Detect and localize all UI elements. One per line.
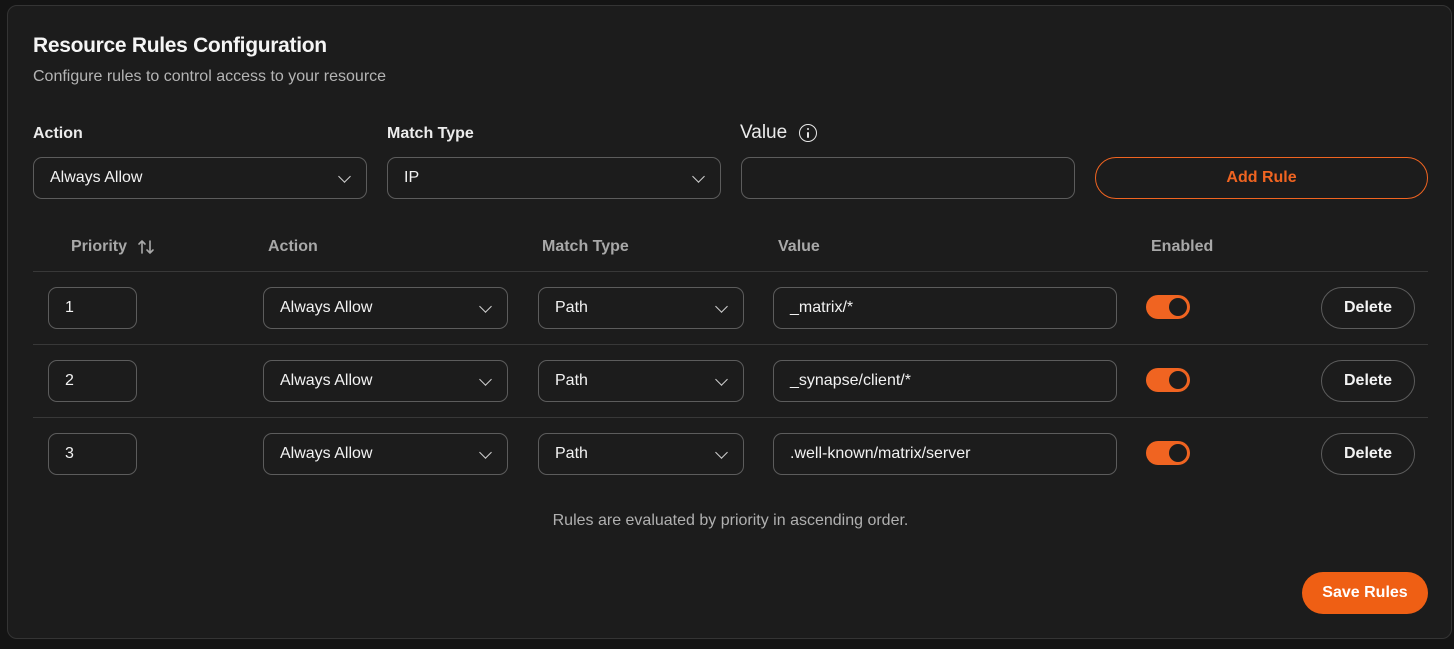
row-value-input[interactable]: .well-known/matrix/server xyxy=(773,433,1117,475)
chevron-down-icon xyxy=(479,300,492,313)
page-subtitle: Configure rules to control access to you… xyxy=(33,68,387,85)
priority-input[interactable]: 3 xyxy=(48,433,137,475)
table-divider xyxy=(33,417,1428,418)
row-action-value: Always Allow xyxy=(280,445,373,462)
action-field-label: Action xyxy=(33,125,83,142)
add-rule-button[interactable]: Add Rule xyxy=(1095,157,1428,199)
row-value-input[interactable]: _matrix/* xyxy=(773,287,1117,329)
enabled-toggle[interactable] xyxy=(1146,368,1190,392)
row-match-type-value: Path xyxy=(555,372,588,389)
priority-value: 2 xyxy=(65,372,74,389)
enabled-toggle[interactable] xyxy=(1146,441,1190,465)
column-header-value: Value xyxy=(778,238,820,255)
row-match-type-select[interactable]: Path xyxy=(538,433,744,475)
row-action-select[interactable]: Always Allow xyxy=(263,360,508,402)
chevron-down-icon xyxy=(715,446,728,459)
match-type-field-label: Match Type xyxy=(387,125,474,142)
save-rules-button[interactable]: Save Rules xyxy=(1302,572,1428,614)
info-icon[interactable] xyxy=(799,124,818,142)
row-action-select[interactable]: Always Allow xyxy=(263,287,508,329)
delete-button[interactable]: Delete xyxy=(1321,433,1415,475)
value-field-label: Value xyxy=(740,122,788,143)
priority-value: 1 xyxy=(65,299,74,316)
match-type-select[interactable]: IP xyxy=(387,157,721,199)
row-match-type-select[interactable]: Path xyxy=(538,360,744,402)
chevron-down-icon xyxy=(715,373,728,386)
column-header-enabled: Enabled xyxy=(1151,238,1214,255)
chevron-down-icon xyxy=(338,170,351,183)
row-action-select[interactable]: Always Allow xyxy=(263,433,508,475)
chevron-down-icon xyxy=(479,373,492,386)
row-match-type-value: Path xyxy=(555,445,588,462)
action-select-value: Always Allow xyxy=(50,169,143,186)
chevron-down-icon xyxy=(479,446,492,459)
table-divider xyxy=(33,344,1428,345)
priority-input[interactable]: 1 xyxy=(48,287,137,329)
delete-button[interactable]: Delete xyxy=(1321,287,1415,329)
value-field-label-group: Value xyxy=(740,122,818,144)
delete-button[interactable]: Delete xyxy=(1321,360,1415,402)
toggle-knob xyxy=(1169,371,1187,389)
chevron-down-icon xyxy=(692,170,705,183)
row-value-text: _matrix/* xyxy=(790,299,854,316)
chevron-down-icon xyxy=(715,300,728,313)
row-value-text: _synapse/client/* xyxy=(790,372,911,389)
enabled-toggle[interactable] xyxy=(1146,295,1190,319)
row-action-value: Always Allow xyxy=(280,299,373,316)
sort-icon[interactable] xyxy=(137,239,155,255)
row-value-text: .well-known/matrix/server xyxy=(790,445,971,462)
match-type-select-value: IP xyxy=(404,169,420,186)
row-match-type-select[interactable]: Path xyxy=(538,287,744,329)
row-action-value: Always Allow xyxy=(280,372,373,389)
priority-value: 3 xyxy=(65,445,74,462)
priority-input[interactable]: 2 xyxy=(48,360,137,402)
toggle-knob xyxy=(1169,444,1187,462)
row-value-input[interactable]: _synapse/client/* xyxy=(773,360,1117,402)
rules-card: Resource Rules Configuration Configure r… xyxy=(7,5,1452,639)
priority-header-label: Priority xyxy=(71,238,128,255)
row-match-type-value: Path xyxy=(555,299,588,316)
table-divider xyxy=(33,271,1428,272)
column-header-action: Action xyxy=(268,238,318,255)
priority-footnote: Rules are evaluated by priority in ascen… xyxy=(552,512,909,529)
toggle-knob xyxy=(1169,298,1187,316)
value-input[interactable] xyxy=(741,157,1075,199)
column-header-match-type: Match Type xyxy=(542,238,629,255)
column-header-priority[interactable]: Priority xyxy=(71,238,155,256)
page-title: Resource Rules Configuration xyxy=(33,34,327,57)
action-select[interactable]: Always Allow xyxy=(33,157,367,199)
